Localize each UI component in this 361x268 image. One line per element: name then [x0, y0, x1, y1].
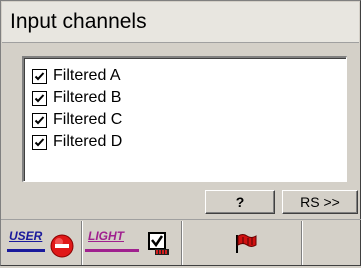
input-channels-panel: Input channels Filtered A Filtered B Fil… [0, 0, 361, 266]
light-mode-button[interactable]: LIGHT [85, 227, 139, 257]
help-button[interactable]: ? [205, 190, 275, 214]
channel-list[interactable]: Filtered A Filtered B Filtered C Filtere… [22, 56, 347, 182]
checkmark-icon [34, 93, 45, 102]
checkmark-icon [34, 115, 45, 124]
channel-item-d[interactable]: Filtered D [32, 131, 122, 153]
channel-checkbox-c[interactable] [32, 112, 47, 128]
toolbar-separator [181, 221, 183, 265]
channel-item-c[interactable]: Filtered C [32, 109, 122, 131]
channel-checkbox-a[interactable] [32, 68, 47, 84]
panel-title: Input channels [10, 10, 147, 33]
light-label: LIGHT [88, 229, 124, 243]
checkmark-icon [34, 137, 45, 146]
user-underline [7, 249, 45, 252]
user-label: USER [9, 229, 43, 243]
channel-item-b[interactable]: Filtered B [32, 87, 122, 109]
user-mode-button[interactable]: USER [7, 227, 45, 257]
channel-checkbox-d[interactable] [32, 134, 47, 150]
stop-icon[interactable] [49, 233, 75, 259]
panel-header: Input channels [2, 2, 359, 43]
flag-icon[interactable] [235, 233, 259, 255]
channel-label: Filtered C [53, 111, 123, 128]
toolbar-separator [301, 221, 303, 265]
checkmark-icon [34, 71, 45, 80]
channel-checkbox-b[interactable] [32, 90, 47, 106]
channel-label: Filtered D [53, 133, 123, 150]
channel-item-a[interactable]: Filtered A [32, 65, 122, 87]
rs-button[interactable]: RS >> [282, 190, 358, 214]
light-underline [85, 249, 139, 252]
checkbox-tool-icon[interactable] [141, 227, 173, 259]
channel-label: Filtered B [53, 89, 122, 106]
toolbar-separator [81, 221, 83, 265]
channel-label: Filtered A [53, 67, 121, 84]
